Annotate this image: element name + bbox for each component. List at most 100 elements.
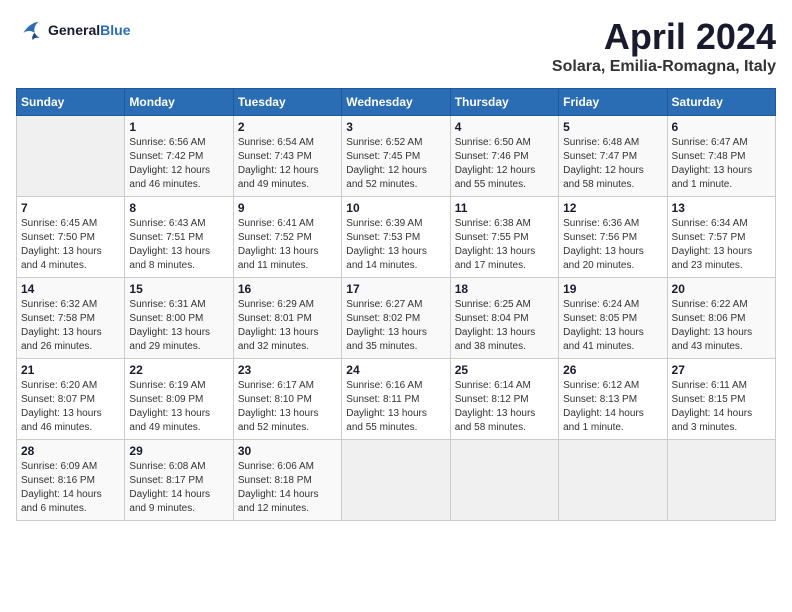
- day-info: Sunrise: 6:09 AM Sunset: 8:16 PM Dayligh…: [21, 460, 120, 516]
- day-info: Sunrise: 6:16 AM Sunset: 8:11 PM Dayligh…: [346, 379, 445, 435]
- day-info: Sunrise: 6:11 AM Sunset: 8:15 PM Dayligh…: [672, 379, 771, 435]
- calendar-table: SundayMondayTuesdayWednesdayThursdayFrid…: [16, 88, 776, 521]
- day-cell: 27 Sunrise: 6:11 AM Sunset: 8:15 PM Dayli…: [667, 359, 775, 440]
- day-cell: 11 Sunrise: 6:38 AM Sunset: 7:55 PM Dayli…: [450, 197, 558, 278]
- logo-text: GeneralBlue: [48, 22, 130, 38]
- day-number: 22: [129, 363, 228, 377]
- day-info: Sunrise: 6:43 AM Sunset: 7:51 PM Dayligh…: [129, 217, 228, 273]
- day-cell: [667, 440, 775, 521]
- day-number: 7: [21, 201, 120, 215]
- day-number: 13: [672, 201, 771, 215]
- day-number: 16: [238, 282, 337, 296]
- day-number: 23: [238, 363, 337, 377]
- column-header-friday: Friday: [559, 89, 667, 116]
- column-header-thursday: Thursday: [450, 89, 558, 116]
- day-cell: 7 Sunrise: 6:45 AM Sunset: 7:50 PM Daylig…: [17, 197, 125, 278]
- day-cell: 5 Sunrise: 6:48 AM Sunset: 7:47 PM Daylig…: [559, 116, 667, 197]
- day-info: Sunrise: 6:08 AM Sunset: 8:17 PM Dayligh…: [129, 460, 228, 516]
- day-info: Sunrise: 6:38 AM Sunset: 7:55 PM Dayligh…: [455, 217, 554, 273]
- day-number: 17: [346, 282, 445, 296]
- day-cell: [342, 440, 450, 521]
- day-info: Sunrise: 6:47 AM Sunset: 7:48 PM Dayligh…: [672, 136, 771, 192]
- day-cell: 19 Sunrise: 6:24 AM Sunset: 8:05 PM Dayli…: [559, 278, 667, 359]
- week-row-5: 28Sunrise: 6:09 AM Sunset: 8:16 PM Dayli…: [17, 440, 776, 521]
- day-info: Sunrise: 6:25 AM Sunset: 8:04 PM Dayligh…: [455, 298, 554, 354]
- day-info: Sunrise: 6:27 AM Sunset: 8:02 PM Dayligh…: [346, 298, 445, 354]
- day-number: 10: [346, 201, 445, 215]
- day-cell: [17, 116, 125, 197]
- day-number: 6: [672, 120, 771, 134]
- page-header: GeneralBlue April 2024 Solara, Emilia-Ro…: [16, 16, 776, 76]
- column-header-monday: Monday: [125, 89, 233, 116]
- location-subtitle: Solara, Emilia-Romagna, Italy: [552, 58, 776, 76]
- day-cell: 1 Sunrise: 6:56 AM Sunset: 7:42 PM Daylig…: [125, 116, 233, 197]
- day-cell: 9Sunrise: 6:41 AM Sunset: 7:52 PM Daylig…: [233, 197, 341, 278]
- day-info: Sunrise: 6:19 AM Sunset: 8:09 PM Dayligh…: [129, 379, 228, 435]
- day-info: Sunrise: 6:48 AM Sunset: 7:47 PM Dayligh…: [563, 136, 662, 192]
- day-cell: 18Sunrise: 6:25 AM Sunset: 8:04 PM Dayli…: [450, 278, 558, 359]
- day-info: Sunrise: 6:34 AM Sunset: 7:57 PM Dayligh…: [672, 217, 771, 273]
- day-cell: 10 Sunrise: 6:39 AM Sunset: 7:53 PM Dayli…: [342, 197, 450, 278]
- day-number: 8: [129, 201, 228, 215]
- day-number: 26: [563, 363, 662, 377]
- month-title: April 2024: [552, 16, 776, 58]
- day-number: 12: [563, 201, 662, 215]
- day-cell: 26Sunrise: 6:12 AM Sunset: 8:13 PM Dayli…: [559, 359, 667, 440]
- day-info: Sunrise: 6:24 AM Sunset: 8:05 PM Dayligh…: [563, 298, 662, 354]
- day-number: 20: [672, 282, 771, 296]
- day-cell: 8 Sunrise: 6:43 AM Sunset: 7:51 PM Daylig…: [125, 197, 233, 278]
- day-info: Sunrise: 6:06 AM Sunset: 8:18 PM Dayligh…: [238, 460, 337, 516]
- week-row-1: 1 Sunrise: 6:56 AM Sunset: 7:42 PM Daylig…: [17, 116, 776, 197]
- day-info: Sunrise: 6:45 AM Sunset: 7:50 PM Dayligh…: [21, 217, 120, 273]
- day-number: 25: [455, 363, 554, 377]
- day-number: 21: [21, 363, 120, 377]
- day-cell: 30 Sunrise: 6:06 AM Sunset: 8:18 PM Dayli…: [233, 440, 341, 521]
- day-cell: [559, 440, 667, 521]
- day-number: 4: [455, 120, 554, 134]
- day-info: Sunrise: 6:50 AM Sunset: 7:46 PM Dayligh…: [455, 136, 554, 192]
- column-header-sunday: Sunday: [17, 89, 125, 116]
- day-number: 3: [346, 120, 445, 134]
- column-header-saturday: Saturday: [667, 89, 775, 116]
- day-cell: 24Sunrise: 6:16 AM Sunset: 8:11 PM Dayli…: [342, 359, 450, 440]
- day-info: Sunrise: 6:17 AM Sunset: 8:10 PM Dayligh…: [238, 379, 337, 435]
- day-cell: 4 Sunrise: 6:50 AM Sunset: 7:46 PM Daylig…: [450, 116, 558, 197]
- day-info: Sunrise: 6:39 AM Sunset: 7:53 PM Dayligh…: [346, 217, 445, 273]
- day-info: Sunrise: 6:20 AM Sunset: 8:07 PM Dayligh…: [21, 379, 120, 435]
- day-info: Sunrise: 6:31 AM Sunset: 8:00 PM Dayligh…: [129, 298, 228, 354]
- title-area: April 2024 Solara, Emilia-Romagna, Italy: [552, 16, 776, 76]
- day-cell: 29 Sunrise: 6:08 AM Sunset: 8:17 PM Dayli…: [125, 440, 233, 521]
- column-header-tuesday: Tuesday: [233, 89, 341, 116]
- day-cell: 3 Sunrise: 6:52 AM Sunset: 7:45 PM Daylig…: [342, 116, 450, 197]
- day-cell: 17 Sunrise: 6:27 AM Sunset: 8:02 PM Dayli…: [342, 278, 450, 359]
- day-number: 29: [129, 444, 228, 458]
- header-row: SundayMondayTuesdayWednesdayThursdayFrid…: [17, 89, 776, 116]
- day-number: 19: [563, 282, 662, 296]
- day-cell: 28Sunrise: 6:09 AM Sunset: 8:16 PM Dayli…: [17, 440, 125, 521]
- day-cell: 15Sunrise: 6:31 AM Sunset: 8:00 PM Dayli…: [125, 278, 233, 359]
- day-info: Sunrise: 6:29 AM Sunset: 8:01 PM Dayligh…: [238, 298, 337, 354]
- day-cell: 12Sunrise: 6:36 AM Sunset: 7:56 PM Dayli…: [559, 197, 667, 278]
- day-cell: 16 Sunrise: 6:29 AM Sunset: 8:01 PM Dayli…: [233, 278, 341, 359]
- day-info: Sunrise: 6:22 AM Sunset: 8:06 PM Dayligh…: [672, 298, 771, 354]
- week-row-3: 14 Sunrise: 6:32 AM Sunset: 7:58 PM Dayli…: [17, 278, 776, 359]
- day-number: 1: [129, 120, 228, 134]
- day-number: 27: [672, 363, 771, 377]
- day-number: 11: [455, 201, 554, 215]
- day-cell: 2Sunrise: 6:54 AM Sunset: 7:43 PM Daylig…: [233, 116, 341, 197]
- day-cell: 14 Sunrise: 6:32 AM Sunset: 7:58 PM Dayli…: [17, 278, 125, 359]
- day-cell: 25Sunrise: 6:14 AM Sunset: 8:12 PM Dayli…: [450, 359, 558, 440]
- week-row-4: 21 Sunrise: 6:20 AM Sunset: 8:07 PM Dayli…: [17, 359, 776, 440]
- day-number: 2: [238, 120, 337, 134]
- day-cell: 20 Sunrise: 6:22 AM Sunset: 8:06 PM Dayli…: [667, 278, 775, 359]
- day-info: Sunrise: 6:32 AM Sunset: 7:58 PM Dayligh…: [21, 298, 120, 354]
- day-info: Sunrise: 6:52 AM Sunset: 7:45 PM Dayligh…: [346, 136, 445, 192]
- day-info: Sunrise: 6:56 AM Sunset: 7:42 PM Dayligh…: [129, 136, 228, 192]
- day-cell: 22 Sunrise: 6:19 AM Sunset: 8:09 PM Dayli…: [125, 359, 233, 440]
- day-number: 14: [21, 282, 120, 296]
- logo: GeneralBlue: [16, 16, 130, 44]
- day-number: 30: [238, 444, 337, 458]
- day-number: 9: [238, 201, 337, 215]
- day-number: 5: [563, 120, 662, 134]
- logo-icon: [16, 16, 44, 44]
